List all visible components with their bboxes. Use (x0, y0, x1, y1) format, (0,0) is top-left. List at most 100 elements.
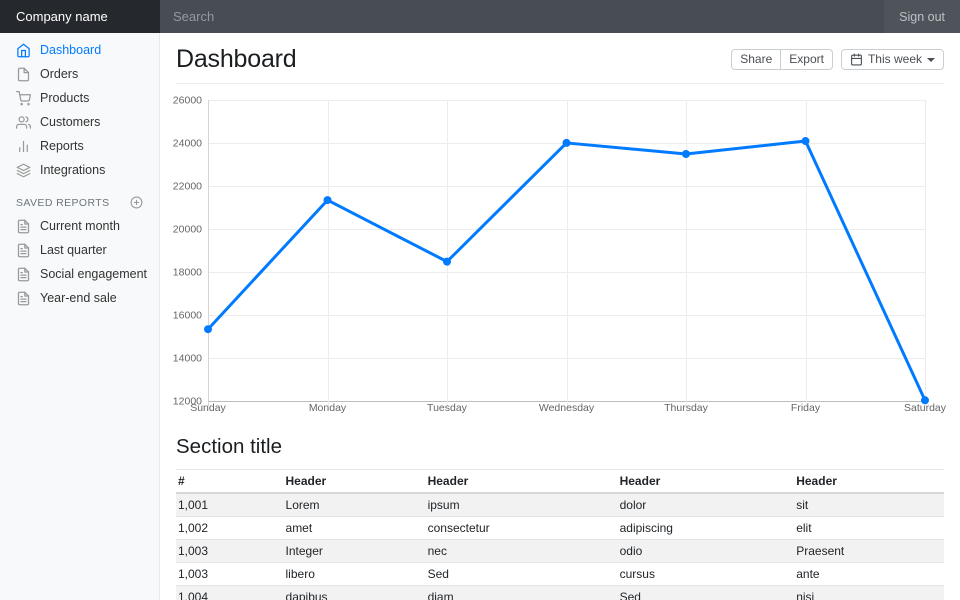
chart-data-point (682, 150, 690, 158)
x-tick-label: Sunday (190, 402, 226, 414)
x-tick-label: Monday (309, 402, 347, 414)
share-export-group: Share Export (731, 49, 833, 70)
table-cell: dapibus (284, 586, 426, 600)
sidebar-item-last-quarter[interactable]: Last quarter (0, 238, 159, 262)
sign-out-link[interactable]: Sign out (884, 0, 960, 33)
plus-circle-icon[interactable] (130, 196, 143, 209)
table-container: #HeaderHeaderHeaderHeader 1,001Loremipsu… (176, 469, 944, 600)
sidebar-item-products[interactable]: Products (0, 86, 159, 110)
main-content: Dashboard Share Export This week 2600024… (160, 33, 960, 600)
y-tick-label: 16000 (173, 310, 202, 322)
chevron-down-icon (927, 58, 935, 62)
chart-line-series (208, 141, 925, 400)
sidebar-item-label: Social engagement (40, 266, 147, 282)
table-row: 1,004dapibusdiamSednisi (176, 586, 944, 600)
chart-canvas: 2600024000220002000018000160001400012000… (176, 93, 944, 419)
sidebar-item-year-end-sale[interactable]: Year-end sale (0, 286, 159, 310)
table-cell: nisi (794, 586, 944, 600)
table-cell: nec (426, 540, 618, 563)
bar-chart-icon (16, 139, 31, 154)
x-tick-label: Friday (791, 402, 821, 414)
home-icon (16, 43, 31, 58)
sidebar-item-label: Integrations (40, 162, 105, 178)
table-header-cell: # (176, 470, 284, 494)
table-cell: 1,004 (176, 586, 284, 600)
table-cell: amet (284, 517, 426, 540)
table-row: 1,001Loremipsumdolorsit (176, 493, 944, 517)
data-table: #HeaderHeaderHeaderHeader 1,001Loremipsu… (176, 469, 944, 600)
file-icon (16, 67, 31, 82)
table-row: 1,003liberoSedcursusante (176, 563, 944, 586)
sidebar-item-reports[interactable]: Reports (0, 134, 159, 158)
y-tick-label: 20000 (173, 224, 202, 236)
y-tick-label: 14000 (173, 353, 202, 365)
file-text-icon (16, 291, 31, 306)
table-cell: odio (618, 540, 795, 563)
chart-data-point (204, 325, 212, 333)
sidebar-item-label: Customers (40, 114, 100, 130)
table-cell: adipiscing (618, 517, 795, 540)
table-header-cell: Header (618, 470, 795, 494)
y-tick-label: 22000 (173, 181, 202, 193)
brand[interactable]: Company name (0, 0, 160, 33)
table-cell: Lorem (284, 493, 426, 517)
sidebar-item-label: Reports (40, 138, 84, 154)
chart-data-point (324, 196, 332, 204)
chart-data-point (443, 258, 451, 266)
x-tick-label: Tuesday (427, 402, 468, 414)
table-cell: sit (794, 493, 944, 517)
table-cell: Praesent (794, 540, 944, 563)
sidebar-item-customers[interactable]: Customers (0, 110, 159, 134)
calendar-icon (850, 53, 863, 66)
sidebar-nav: Dashboard Orders Products Customers Reports I… (0, 38, 159, 182)
sidebar-item-label: Current month (40, 218, 120, 234)
table-body: 1,001Loremipsumdolorsit1,002ametconsecte… (176, 493, 944, 600)
users-icon (16, 115, 31, 130)
table-cell: 1,003 (176, 563, 284, 586)
line-chart: 2600024000220002000018000160001400012000… (176, 93, 944, 419)
file-text-icon (16, 243, 31, 258)
x-tick-label: Wednesday (539, 402, 595, 414)
top-navbar: Company name Sign out (0, 0, 960, 33)
table-cell: 1,002 (176, 517, 284, 540)
table-cell: dolor (618, 493, 795, 517)
sidebar-item-current-month[interactable]: Current month (0, 214, 159, 238)
y-tick-label: 18000 (173, 267, 202, 279)
layers-icon (16, 163, 31, 178)
table-cell: libero (284, 563, 426, 586)
share-button[interactable]: Share (731, 49, 781, 70)
search-input[interactable] (160, 0, 884, 33)
table-header-row: #HeaderHeaderHeaderHeader (176, 470, 944, 494)
chart-data-point (802, 137, 810, 145)
table-cell: ante (794, 563, 944, 586)
sidebar: Dashboard Orders Products Customers Reports I… (0, 33, 160, 600)
sidebar-item-label: Orders (40, 66, 78, 82)
sidebar-item-social-engagement[interactable]: Social engagement (0, 262, 159, 286)
sidebar-item-label: Year-end sale (40, 290, 117, 306)
search-container (160, 0, 884, 33)
table-header-cell: Header (426, 470, 618, 494)
sidebar-item-orders[interactable]: Orders (0, 62, 159, 86)
chart-data-point (921, 396, 929, 404)
toolbar: Share Export This week (731, 49, 944, 70)
y-tick-label: 26000 (173, 95, 202, 107)
sidebar-item-label: Products (40, 90, 89, 106)
page-title: Dashboard (176, 45, 297, 74)
sidebar-item-dashboard[interactable]: Dashboard (0, 38, 159, 62)
table-cell: 1,003 (176, 540, 284, 563)
saved-reports-heading: Saved reports (0, 196, 159, 209)
table-cell: cursus (618, 563, 795, 586)
table-header-cell: Header (284, 470, 426, 494)
table-row: 1,003IntegernecodioPraesent (176, 540, 944, 563)
cart-icon (16, 91, 31, 106)
week-dropdown-button[interactable]: This week (841, 49, 944, 70)
export-button[interactable]: Export (780, 49, 833, 70)
table-cell: Integer (284, 540, 426, 563)
week-dropdown-label: This week (868, 52, 922, 67)
sidebar-item-label: Dashboard (40, 42, 101, 58)
sidebar-item-integrations[interactable]: Integrations (0, 158, 159, 182)
table-header-cell: Header (794, 470, 944, 494)
x-tick-label: Thursday (664, 402, 709, 414)
saved-reports-list: Current month Last quarter Social engageme… (0, 214, 159, 310)
page-header: Dashboard Share Export This week (176, 33, 944, 84)
